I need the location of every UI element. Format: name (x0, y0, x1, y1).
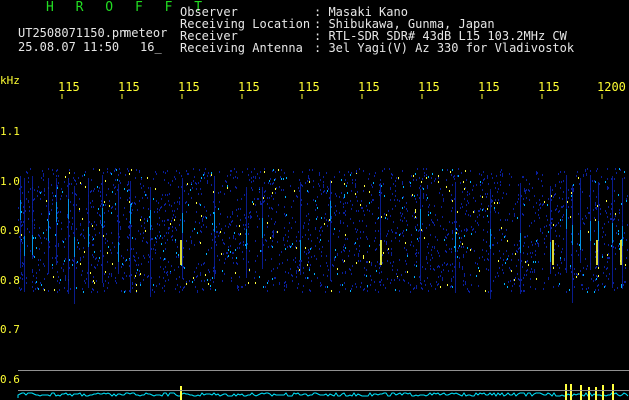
hrofft-screen: H R O F F T UT2508071150.pn meteor 25.08… (0, 0, 629, 400)
echo-streak (622, 226, 623, 246)
echo-streak (20, 200, 21, 220)
echo-streak (455, 232, 456, 252)
x-tick-label: 115 (538, 80, 560, 94)
y-axis-unit: kHz (0, 74, 20, 87)
power-spike (570, 384, 572, 400)
guide-line (18, 390, 629, 391)
echo-streak (612, 223, 613, 243)
count: 16_ (140, 40, 162, 54)
power-trace (17, 392, 629, 398)
echo-bright (180, 240, 182, 265)
x-tick-label: 115 (298, 80, 320, 94)
guide-line (18, 370, 629, 371)
echo-streak (20, 177, 21, 268)
echo-streak (572, 225, 573, 245)
power-spike (612, 384, 614, 400)
x-tick-label: 115 (418, 80, 440, 94)
echo-streak (88, 227, 89, 247)
y-tick-label: 1.1 (0, 125, 20, 138)
echo-streak (330, 180, 331, 281)
echo-streak (520, 233, 521, 253)
echo-streak (214, 212, 215, 232)
x-tick-label: 115 (118, 80, 140, 94)
y-tick-label: 1.0 (0, 175, 20, 188)
x-tick-label: 115 (358, 80, 380, 94)
power-spike (180, 386, 182, 400)
spectrum-noise (18, 168, 628, 293)
power-spike (580, 385, 582, 400)
power-spike (565, 384, 567, 400)
x-tick-label: 115 (478, 80, 500, 94)
echo-streak (420, 209, 421, 229)
y-tick-label: 0.8 (0, 274, 20, 287)
echo-streak (102, 208, 103, 228)
echo-streak (490, 229, 491, 249)
x-tick-label: 115 (238, 80, 260, 94)
echo-streak (330, 201, 331, 221)
power-spike (602, 385, 604, 400)
echo-streak (48, 221, 49, 241)
antenna-label: Receiving Antenna (180, 41, 303, 55)
echo-streak (150, 210, 151, 230)
antenna-value: : 3el Yagi(V) Az 330 for Vladivostok (314, 41, 575, 55)
echo-bright (380, 240, 382, 265)
echo-streak (130, 204, 131, 224)
echo-streak (550, 242, 551, 262)
echo-streak (56, 202, 57, 222)
echo-streak (118, 242, 119, 262)
x-tick-label: 115 (58, 80, 80, 94)
echo-streak (300, 240, 301, 260)
x-tick-label: 1200 (597, 80, 626, 94)
echo-streak (24, 236, 25, 256)
mode-label: meteor (124, 26, 168, 40)
echo-streak (24, 178, 25, 292)
echo-streak (262, 218, 263, 238)
echo-streak (74, 237, 75, 257)
echo-streak (150, 187, 151, 297)
echo-streak (32, 235, 33, 255)
x-tick-label: 115 (178, 80, 200, 94)
spectrogram-plot (17, 94, 629, 400)
y-tick-label: 0.6 (0, 373, 20, 386)
y-tick-label: 0.7 (0, 323, 20, 336)
echo-streak (598, 221, 599, 241)
power-spike (588, 387, 590, 400)
echo-streak (68, 199, 69, 219)
echo-streak (102, 175, 103, 283)
echo-streak (420, 189, 421, 281)
y-tick-label: 0.9 (0, 224, 20, 237)
echo-streak (580, 230, 581, 250)
echo-streak (68, 178, 69, 294)
power-spike (595, 387, 597, 400)
echo-streak (182, 213, 183, 233)
file-name: UT2508071150.pn (18, 26, 127, 40)
echo-streak (580, 178, 581, 263)
echo-streak (566, 209, 567, 229)
echo-streak (300, 182, 301, 275)
datetime: 25.08.07 11:50 (18, 40, 120, 54)
echo-streak (130, 181, 131, 293)
echo-bright (596, 240, 598, 265)
echo-bright (620, 240, 622, 265)
echo-streak (246, 229, 247, 249)
echo-bright (552, 240, 554, 265)
echo-streak (590, 221, 591, 241)
